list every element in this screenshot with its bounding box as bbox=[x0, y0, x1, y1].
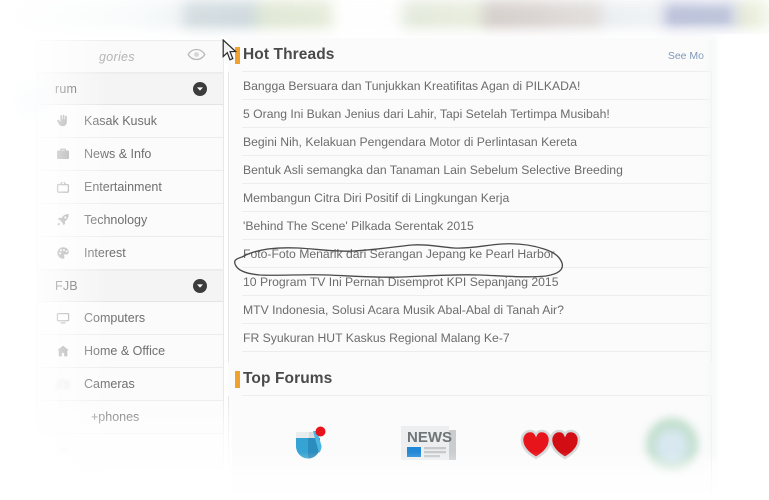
banner-left-fade bbox=[0, 0, 190, 40]
thread-row[interactable]: Begini Nih, Kelakuan Pengendara Motor di… bbox=[228, 128, 718, 156]
svg-text:NEWS: NEWS bbox=[407, 429, 452, 446]
thread-title: Begini Nih, Kelakuan Pengendara Motor di… bbox=[243, 135, 578, 149]
hot-threads-header: Hot Threads See Mo bbox=[228, 38, 718, 72]
camera-icon bbox=[55, 376, 71, 392]
forum-tile[interactable]: NEWS bbox=[384, 396, 476, 491]
thread-title: 10 Program TV Ini Pernah Disemprot KPI S… bbox=[243, 275, 559, 289]
thread-row[interactable]: FR Syukuran HUT Kaskus Regional Malang K… bbox=[228, 324, 718, 352]
chevron-down-icon[interactable] bbox=[193, 279, 207, 293]
thread-title: FR Syukuran HUT Kaskus Regional Malang K… bbox=[243, 331, 510, 345]
thread-row[interactable]: Bentuk Asli semangka dan Tanaman Lain Se… bbox=[228, 156, 718, 184]
double-heart-icon bbox=[520, 427, 582, 466]
thread-title: 'Behind The Scene' Pilkada Serentak 2015 bbox=[243, 219, 474, 233]
main-content-panel: Hot Threads See Mo Bangga Bersuara dan T… bbox=[228, 38, 718, 500]
news-paper-icon: NEWS bbox=[399, 422, 459, 471]
blue-glow-artifact bbox=[8, 78, 48, 124]
sidebar-section-fjb-header[interactable]: FJB bbox=[37, 270, 223, 302]
list-item[interactable] bbox=[37, 467, 223, 500]
sidebar-item-entertainment[interactable]: Entertainment bbox=[37, 171, 223, 204]
sidebar-item-label: Entertainment bbox=[84, 180, 162, 194]
sidebar-item-label: Home & Office bbox=[84, 344, 166, 358]
sidebar-item-technology[interactable]: Technology bbox=[37, 204, 223, 237]
thread-title: Foto-Foto Menarik dari Serangan Jepang k… bbox=[243, 247, 555, 261]
sidebar-categories-label: gories bbox=[99, 49, 135, 64]
thread-row[interactable]: Bangga Bersuara dan Tunjukkan Kreatifita… bbox=[228, 72, 718, 100]
sidebar-item-label: Technology bbox=[84, 213, 148, 227]
list-item[interactable] bbox=[37, 434, 223, 467]
sidebar-section-forum-header[interactable]: rum bbox=[37, 73, 223, 105]
sidebar-item-computers[interactable]: Computers bbox=[37, 302, 223, 335]
rocket-icon bbox=[55, 212, 71, 228]
house-icon bbox=[55, 343, 71, 359]
thread-title: MTV Indonesia, Solusi Acara Musik Abal-A… bbox=[243, 303, 564, 317]
sidebar-item-label: News & Info bbox=[84, 147, 152, 161]
thread-title: 5 Orang Ini Bukan Jenius dari Lahir, Tap… bbox=[243, 107, 610, 121]
divider bbox=[242, 351, 712, 352]
thread-row-highlighted[interactable]: Foto-Foto Menarik dari Serangan Jepang k… bbox=[228, 240, 718, 268]
see-more-link[interactable]: See Mo bbox=[668, 50, 704, 62]
sidebar-item-label: +phones bbox=[91, 410, 140, 424]
eye-icon[interactable] bbox=[187, 48, 206, 66]
sidebar-item-kasak-kusuk[interactable]: Kasak Kusuk bbox=[37, 105, 223, 138]
blurred-site-header bbox=[0, 0, 769, 40]
sidebar-section-label: rum bbox=[55, 82, 78, 96]
monitor-icon bbox=[55, 310, 71, 326]
mortar-pestle-icon bbox=[282, 418, 334, 475]
thread-row[interactable]: 5 Orang Ini Bukan Jenius dari Lahir, Tap… bbox=[228, 100, 718, 128]
hand-icon bbox=[55, 113, 71, 129]
forum-tile[interactable] bbox=[262, 396, 354, 491]
sidebar-item-news-and-info[interactable]: News & Info bbox=[37, 138, 223, 171]
sidebar-item-label: Kasak Kusuk bbox=[84, 114, 157, 128]
thread-title: Membangun Citra Diri Positif di Lingkung… bbox=[243, 191, 510, 205]
thread-row[interactable]: Membangun Citra Diri Positif di Lingkung… bbox=[228, 184, 718, 212]
arrow-pointer-cursor bbox=[222, 38, 238, 61]
sidebar-item-label: Cameras bbox=[84, 377, 135, 391]
sidebar-item-cameras[interactable]: Cameras bbox=[37, 368, 223, 401]
thread-title: Bangga Bersuara dan Tunjukkan Kreatifita… bbox=[243, 79, 581, 93]
sidebar-item-label: Interest bbox=[84, 246, 126, 260]
top-forums-tiles: NEWS bbox=[228, 396, 718, 491]
forum-tile[interactable] bbox=[627, 396, 719, 491]
section-title: Top Forums bbox=[243, 370, 333, 387]
thread-row[interactable]: 'Behind The Scene' Pilkada Serentak 2015 bbox=[228, 212, 718, 240]
sidebar-item-home-and-office[interactable]: Home & Office bbox=[37, 335, 223, 368]
briefcase-icon bbox=[55, 146, 71, 162]
globe-icon bbox=[642, 414, 702, 479]
sidebar-item-label: Computers bbox=[84, 311, 146, 325]
thread-title: Bentuk Asli semangka dan Tanaman Lain Se… bbox=[243, 163, 623, 177]
thread-row[interactable]: MTV Indonesia, Solusi Acara Musik Abal-A… bbox=[228, 296, 718, 324]
chevron-down-icon[interactable] bbox=[193, 82, 207, 96]
section-accent-bar bbox=[235, 371, 240, 388]
page-title: Hot Threads bbox=[243, 46, 335, 63]
sidebar-item-label bbox=[84, 476, 87, 490]
category-sidebar: rum Kasak Kusuk News & Info Entertainmen… bbox=[36, 40, 224, 500]
placeholder-icon bbox=[55, 442, 71, 458]
sidebar-item-interest[interactable]: Interest bbox=[37, 237, 223, 270]
tv-icon bbox=[55, 179, 71, 195]
thread-row[interactable]: 10 Program TV Ini Pernah Disemprot KPI S… bbox=[228, 268, 718, 296]
top-forums-header: Top Forums bbox=[228, 362, 718, 396]
sidebar-categories-header[interactable]: gories bbox=[36, 40, 224, 73]
sidebar-item-label bbox=[84, 443, 87, 457]
sidebar-item-headphones[interactable]: +phones bbox=[37, 401, 223, 434]
placeholder-icon bbox=[55, 475, 71, 491]
forum-tile[interactable] bbox=[505, 396, 597, 491]
sidebar-section-label: FJB bbox=[55, 279, 78, 293]
palette-icon bbox=[55, 245, 71, 261]
